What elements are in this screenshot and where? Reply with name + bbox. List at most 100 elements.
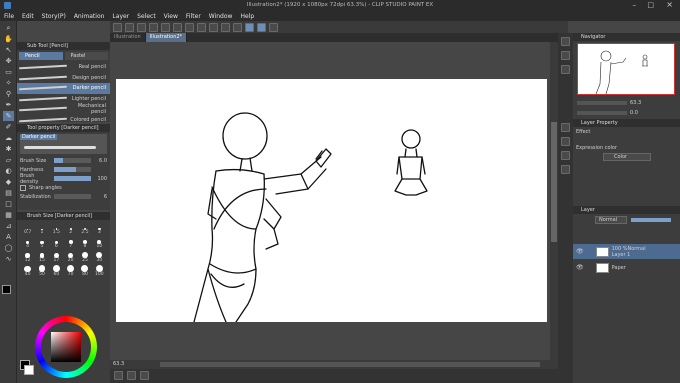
transform-icon[interactable] bbox=[209, 22, 218, 32]
info-icon[interactable] bbox=[561, 65, 570, 74]
brush-size-preset[interactable]: 40 bbox=[21, 264, 34, 277]
layer-row-paper[interactable]: 👁 Paper bbox=[573, 260, 680, 275]
brush-size-preset[interactable]: 5 bbox=[35, 236, 48, 249]
save-icon[interactable] bbox=[137, 22, 146, 32]
sub-tool-darker-pencil[interactable]: Darker pencil bbox=[17, 83, 110, 94]
group-pastel[interactable]: Pastel bbox=[64, 52, 108, 60]
brush-size-preset[interactable]: 30 bbox=[93, 250, 106, 263]
undo-icon[interactable] bbox=[161, 22, 170, 32]
figure-icon[interactable]: □ bbox=[3, 199, 14, 209]
text-icon[interactable]: A bbox=[3, 232, 14, 242]
eye-icon[interactable]: 👁 bbox=[576, 264, 584, 271]
airbrush-icon[interactable]: ☁ bbox=[3, 133, 14, 143]
brush-size-preset[interactable]: 0.7 bbox=[21, 222, 34, 235]
deselect-icon[interactable] bbox=[221, 22, 230, 32]
brush-size-preset[interactable]: 50 bbox=[35, 264, 48, 277]
material-icon[interactable] bbox=[127, 371, 136, 380]
brush-size-preset[interactable]: 70 bbox=[64, 264, 77, 277]
brush-size-preset[interactable]: 20 bbox=[64, 250, 77, 263]
group-pencil[interactable]: Pencil bbox=[19, 52, 63, 60]
move-layer-icon[interactable]: ✥ bbox=[3, 56, 14, 66]
brush-size-preset[interactable]: 7 bbox=[64, 236, 77, 249]
main-color-swatch[interactable] bbox=[2, 285, 11, 294]
sub-color-indicator[interactable] bbox=[24, 365, 34, 375]
brush-density-slider[interactable] bbox=[54, 176, 91, 181]
pencil-icon[interactable]: ✎ bbox=[3, 111, 14, 121]
vertical-scrollbar[interactable] bbox=[550, 42, 558, 360]
layer-panel-icon[interactable] bbox=[114, 371, 123, 380]
navigator-angle-value[interactable]: 0.0 bbox=[630, 110, 638, 116]
eraser-icon[interactable]: ▱ bbox=[3, 155, 14, 165]
frame-icon[interactable]: ▦ bbox=[3, 210, 14, 220]
expression-color-select[interactable]: Color bbox=[603, 153, 651, 161]
invert-selection-icon[interactable] bbox=[233, 22, 242, 32]
menu-layer[interactable]: Layer bbox=[112, 13, 129, 20]
redo-icon[interactable] bbox=[173, 22, 182, 32]
layer-row-layer1[interactable]: 👁 100 %Normal Layer 1 bbox=[573, 244, 680, 259]
operation-icon[interactable]: ↖ bbox=[3, 45, 14, 55]
tab-illustration2[interactable]: Illustration2* bbox=[145, 33, 188, 42]
layer-opacity-slider[interactable] bbox=[631, 218, 671, 222]
balloon-icon[interactable]: ◯ bbox=[3, 243, 14, 253]
new-file-icon[interactable] bbox=[113, 22, 122, 32]
menu-help[interactable]: Help bbox=[240, 13, 254, 20]
canvas[interactable] bbox=[116, 79, 547, 322]
snap-grid-icon[interactable] bbox=[269, 22, 278, 32]
menu-view[interactable]: View bbox=[164, 13, 178, 20]
brush-size-preset[interactable]: 2 bbox=[64, 222, 77, 235]
navigator-tab-icon[interactable] bbox=[561, 37, 570, 46]
menu-filter[interactable]: Filter bbox=[186, 13, 201, 20]
brush-size-preset[interactable]: 6 bbox=[50, 236, 63, 249]
correct-line-icon[interactable]: ∿ bbox=[3, 254, 14, 264]
navigator-preview[interactable] bbox=[577, 43, 675, 95]
fill-icon[interactable] bbox=[197, 22, 206, 32]
navigator-icon[interactable] bbox=[140, 371, 149, 380]
zoom-icon[interactable]: ⌕ bbox=[3, 23, 14, 33]
selection-icon[interactable]: ▭ bbox=[3, 67, 14, 77]
snap-ruler-icon[interactable] bbox=[245, 22, 254, 32]
stabilization-value[interactable]: 6 bbox=[93, 194, 107, 200]
blend-icon[interactable]: ◐ bbox=[3, 166, 14, 176]
menu-file[interactable]: File bbox=[4, 13, 14, 20]
brush-size-preset[interactable]: 17 bbox=[50, 250, 63, 263]
auto-select-icon[interactable]: ✧ bbox=[3, 78, 14, 88]
brush-size-preset[interactable]: 80 bbox=[78, 264, 91, 277]
eye-icon[interactable]: 👁 bbox=[576, 248, 584, 255]
decoration-icon[interactable]: ✱ bbox=[3, 144, 14, 154]
navigator-angle-slider[interactable] bbox=[577, 111, 627, 115]
brush-density-value[interactable]: 100 bbox=[93, 176, 107, 182]
navigator-zoom-value[interactable]: 63.3 bbox=[630, 100, 641, 106]
brush-size-slider[interactable] bbox=[54, 158, 91, 163]
snap-special-ruler-icon[interactable] bbox=[257, 22, 266, 32]
close-button[interactable]: × bbox=[666, 0, 673, 9]
menu-animation[interactable]: Animation bbox=[74, 13, 105, 20]
navigator-zoom-slider[interactable] bbox=[577, 101, 627, 105]
ruler-icon[interactable]: ⊿ bbox=[3, 221, 14, 231]
sub-tool-mechanical-pencil[interactable]: Mechanical pencil bbox=[17, 103, 110, 115]
brush-size-preset[interactable]: 1.5 bbox=[50, 222, 63, 235]
color-history-icon[interactable] bbox=[561, 151, 570, 160]
eyedropper-icon[interactable]: ⚲ bbox=[3, 89, 14, 99]
brush-size-preset[interactable]: 3 bbox=[93, 222, 106, 235]
brush-size-value[interactable]: 6.0 bbox=[93, 158, 107, 164]
hardness-slider[interactable] bbox=[54, 167, 91, 172]
pen-icon[interactable]: ✒ bbox=[3, 100, 14, 110]
maximize-button[interactable]: □ bbox=[647, 1, 654, 9]
brush-icon[interactable]: ✐ bbox=[3, 122, 14, 132]
sharp-angles-checkbox[interactable] bbox=[20, 184, 26, 191]
menu-story[interactable]: Story(P) bbox=[42, 13, 66, 20]
clear-icon[interactable] bbox=[185, 22, 194, 32]
brush-size-preset[interactable]: 25 bbox=[78, 250, 91, 263]
menu-select[interactable]: Select bbox=[137, 13, 156, 20]
brush-size-preset[interactable]: 2.5 bbox=[78, 222, 91, 235]
sub-view-icon[interactable] bbox=[561, 51, 570, 60]
hand-icon[interactable]: ✋ bbox=[3, 34, 14, 44]
color-set-icon[interactable] bbox=[561, 165, 570, 174]
tab-illustration[interactable]: Illustration bbox=[110, 33, 146, 42]
horizontal-scrollbar[interactable] bbox=[160, 362, 540, 367]
saturation-value-square[interactable] bbox=[51, 332, 81, 362]
fill-bucket-icon[interactable]: ◆ bbox=[3, 177, 14, 187]
brush-size-preset[interactable]: 15 bbox=[35, 250, 48, 263]
brush-size-preset[interactable]: 60 bbox=[50, 264, 63, 277]
settings-icon[interactable] bbox=[149, 22, 158, 32]
